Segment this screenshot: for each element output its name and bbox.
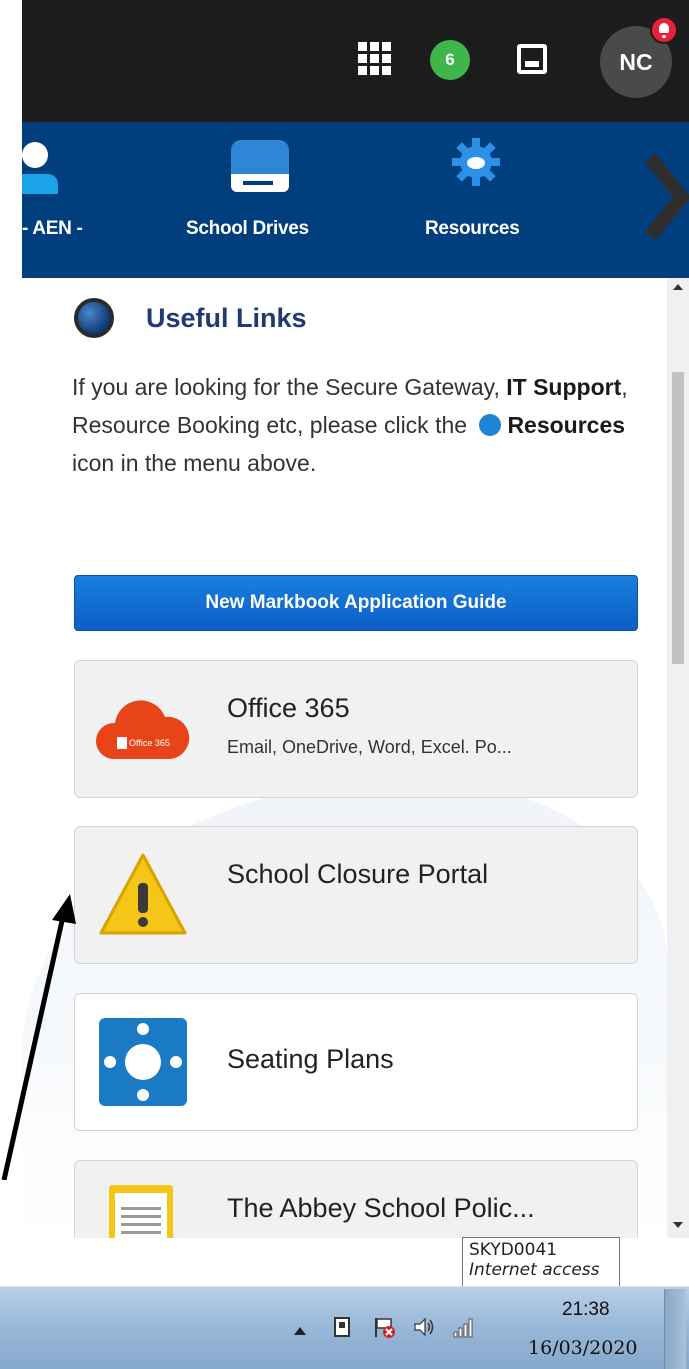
person-body-icon bbox=[22, 174, 58, 194]
nav-item-label: School Drives bbox=[186, 218, 309, 239]
usb-device-icon[interactable] bbox=[330, 1315, 354, 1339]
windows-taskbar: 21:38 16/03/2020 bbox=[0, 1286, 689, 1369]
intro-text-part: icon in the menu above. bbox=[72, 450, 317, 476]
show-hidden-icons-arrow-icon[interactable] bbox=[294, 1327, 306, 1335]
action-center-flag-icon[interactable] bbox=[372, 1315, 396, 1339]
show-desktop-button[interactable] bbox=[664, 1289, 686, 1369]
intro-text-part: If you are looking for the Secure Gatewa… bbox=[72, 374, 507, 400]
card-title: The Abbey School Polic... bbox=[227, 1193, 535, 1223]
markbook-guide-button[interactable]: New Markbook Application Guide bbox=[74, 575, 638, 631]
office-365-card[interactable]: Office 365 Office 365 Email, OneDrive, W… bbox=[74, 660, 638, 798]
seating-plan-icon bbox=[95, 1014, 191, 1110]
useful-links-header: Useful Links bbox=[74, 298, 307, 338]
school-closure-portal-card[interactable]: School Closure Portal bbox=[74, 826, 638, 964]
nav-item-resources[interactable]: Resources bbox=[420, 122, 540, 278]
clock-date[interactable]: 16/03/2020 bbox=[528, 1337, 638, 1359]
volume-icon[interactable] bbox=[412, 1315, 436, 1339]
nav-item-label: - AEN - bbox=[22, 218, 83, 239]
chevron-right-icon[interactable] bbox=[644, 152, 689, 242]
card-title: School Closure Portal bbox=[227, 859, 489, 889]
resources-text: Resources bbox=[507, 412, 626, 438]
card-title: Office 365 bbox=[227, 693, 350, 723]
document-icon bbox=[95, 1181, 191, 1238]
section-title: Useful Links bbox=[146, 302, 307, 333]
vertical-scrollbar[interactable] bbox=[667, 278, 689, 1238]
gear-icon bbox=[452, 138, 500, 186]
gear-icon bbox=[479, 414, 502, 436]
nav-item-label: Resources bbox=[425, 218, 520, 239]
nav-item-aen[interactable]: - AEN - bbox=[22, 122, 132, 278]
tooltip-network-name: SKYD0041 bbox=[469, 1240, 558, 1260]
warning-icon bbox=[95, 847, 191, 943]
useful-links-panel: Useful Links If you are looking for the … bbox=[22, 278, 667, 1238]
inbox-icon[interactable] bbox=[517, 44, 547, 74]
scroll-down-arrow-icon[interactable] bbox=[673, 1222, 683, 1228]
it-support-text: IT Support bbox=[506, 374, 622, 400]
intro-text: If you are looking for the Secure Gatewa… bbox=[72, 368, 652, 482]
card-subtitle: Email, OneDrive, Word, Excel. Po... bbox=[227, 737, 512, 757]
office-365-icon: Office 365 bbox=[95, 681, 191, 777]
drive-base-icon bbox=[231, 174, 289, 192]
scroll-up-arrow-icon[interactable] bbox=[673, 284, 683, 290]
drive-icon bbox=[231, 140, 289, 174]
main-nav: - AEN - School Drives Resources bbox=[22, 122, 689, 278]
scrollbar-thumb[interactable] bbox=[672, 372, 684, 664]
nav-item-school-drives[interactable]: School Drives bbox=[186, 122, 346, 278]
globe-icon bbox=[74, 298, 114, 338]
network-signal-icon[interactable] bbox=[452, 1315, 476, 1339]
apps-grid-icon[interactable] bbox=[358, 42, 392, 76]
annotation-arrow bbox=[1, 894, 76, 1180]
seating-plans-card[interactable]: Seating Plans bbox=[74, 993, 638, 1131]
person-icon bbox=[22, 142, 48, 168]
clock-time[interactable]: 21:38 bbox=[562, 1299, 610, 1321]
office-365-logo-text: Office 365 bbox=[129, 738, 170, 748]
abbey-school-policies-card[interactable]: The Abbey School Polic... bbox=[74, 1160, 638, 1238]
bell-icon[interactable] bbox=[650, 16, 678, 44]
card-title: Seating Plans bbox=[227, 1044, 394, 1074]
tooltip-network-status: Internet access bbox=[469, 1260, 600, 1280]
top-bar: 6 NC bbox=[22, 0, 689, 122]
notification-count-badge[interactable]: 6 bbox=[430, 40, 470, 80]
